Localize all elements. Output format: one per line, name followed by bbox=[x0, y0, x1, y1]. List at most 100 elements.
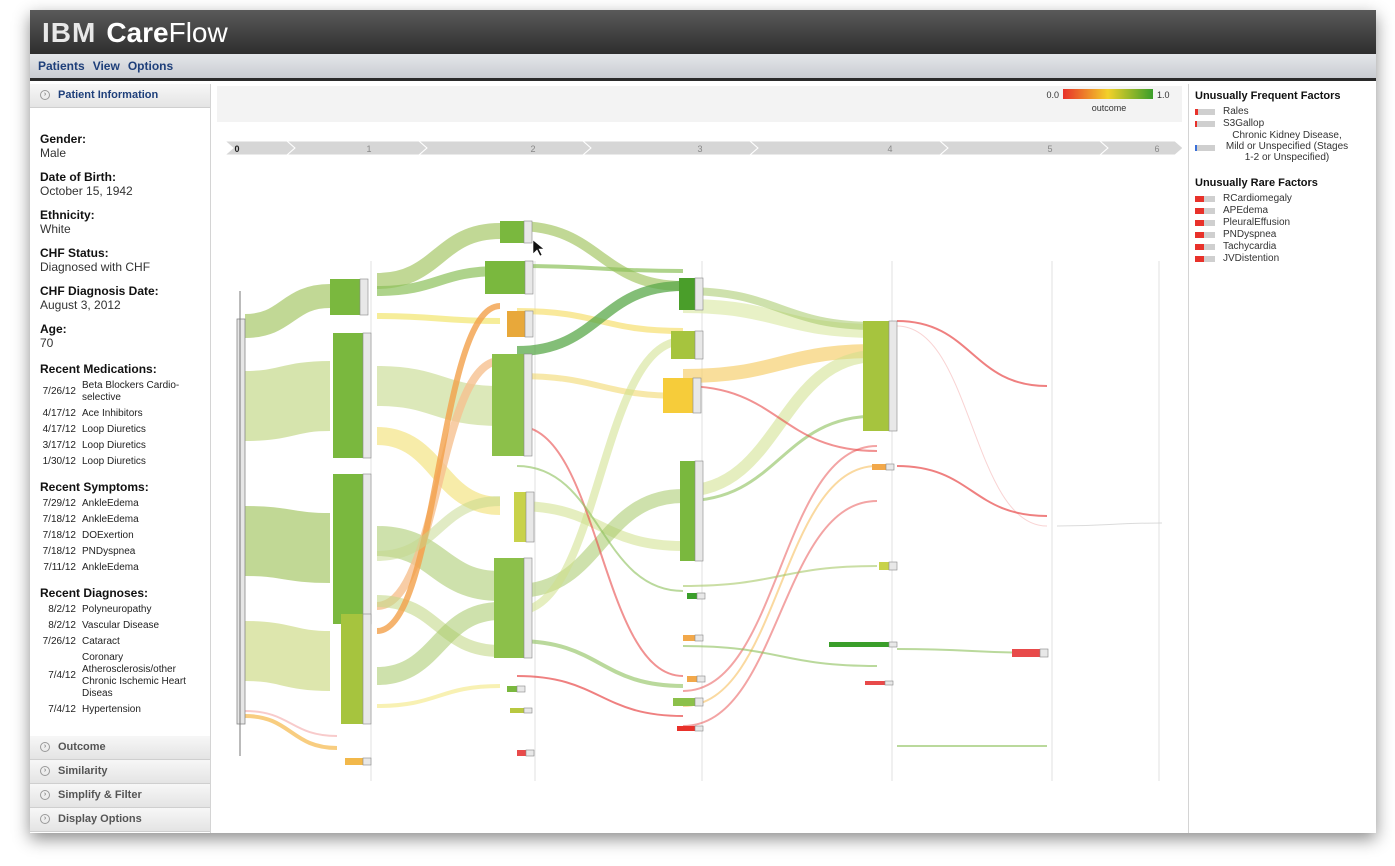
expand-icon: › bbox=[40, 814, 50, 824]
field-label: Ethnicity: bbox=[40, 208, 95, 222]
factor-bar bbox=[1195, 121, 1215, 127]
item-date: 7/29/12 bbox=[42, 498, 76, 509]
factor-bar bbox=[1195, 208, 1215, 214]
flow-node-marker bbox=[523, 353, 533, 457]
list-item: 7/4/12 Hypertension bbox=[40, 704, 205, 716]
list-item: 7/11/12 AnkleEdema bbox=[40, 562, 205, 574]
field-value: White bbox=[40, 222, 71, 236]
flow-link bbox=[682, 500, 878, 727]
accordion-display-options[interactable]: › Display Options bbox=[30, 808, 210, 832]
timeline-step-segment bbox=[748, 140, 949, 156]
factor-label: APEdema bbox=[1223, 205, 1269, 216]
accordion-patient-information[interactable]: › Patient Information bbox=[30, 84, 210, 108]
list-item: 7/4/12 Coronary Atherosclerosis/other Chr… bbox=[40, 652, 205, 700]
accordion-label: Similarity bbox=[58, 765, 108, 777]
flow-link bbox=[516, 337, 684, 615]
factor-bar-fill bbox=[1195, 121, 1197, 127]
flow-node-marker bbox=[523, 707, 533, 714]
list-item: 8/2/12 Polyneuropathy bbox=[40, 604, 205, 616]
factor-item: Tachycardia bbox=[1195, 241, 1376, 252]
flow-node-block bbox=[663, 378, 693, 413]
timeline-step-label: 5 bbox=[1047, 144, 1052, 154]
item-date: 1/30/12 bbox=[42, 456, 76, 467]
item-date: 7/11/12 bbox=[43, 562, 76, 573]
field-value: October 15, 1942 bbox=[40, 184, 133, 198]
factor-bar-fill bbox=[1195, 145, 1197, 151]
flow-links bbox=[244, 221, 1163, 781]
flow-node-marker bbox=[694, 634, 704, 642]
accordion-simplify-filter[interactable]: › Simplify & Filter bbox=[30, 784, 210, 808]
list-item: 3/17/12 Loop Diuretics bbox=[40, 440, 205, 452]
flow-link bbox=[376, 684, 501, 708]
accordion-label: Display Options bbox=[58, 813, 142, 825]
patient-fields: Gender: Male Date of Birth: October 15, … bbox=[40, 132, 205, 350]
factor-bar-fill bbox=[1195, 220, 1204, 226]
flow-node-marker bbox=[524, 260, 534, 295]
rare-factors-heading: Unusually Rare Factors bbox=[1195, 177, 1318, 189]
legend-gradient-bar bbox=[1063, 89, 1153, 99]
item-text: AnkleEdema bbox=[82, 514, 139, 525]
factor-label: Tachycardia bbox=[1223, 241, 1277, 252]
field-value: Diagnosed with CHF bbox=[40, 260, 151, 274]
careflow-graph[interactable]: 0.0 1.0 outcome 0 1 2 3 4 5 6 bbox=[217, 86, 1182, 833]
patient-info: Gender: Male Date of Birth: October 15, … bbox=[40, 122, 205, 720]
item-text: Polyneuropathy bbox=[82, 604, 152, 615]
flow-node-block bbox=[507, 686, 517, 692]
flow-node-block bbox=[680, 461, 695, 561]
flow-node-block bbox=[683, 635, 695, 641]
item-text: Coronary Atherosclerosis/other Chronic I… bbox=[82, 652, 186, 699]
factor-bar-fill bbox=[1195, 232, 1204, 238]
flow-node-root bbox=[236, 318, 246, 725]
item-date: 4/17/12 bbox=[42, 408, 76, 419]
field-label: Age: bbox=[40, 322, 67, 336]
flow-node-marker bbox=[694, 697, 704, 707]
timeline-step-label: 3 bbox=[697, 144, 702, 154]
expand-icon: › bbox=[40, 90, 50, 100]
item-date: 8/2/12 bbox=[48, 604, 76, 615]
menu-options[interactable]: Options bbox=[128, 59, 173, 73]
timeline-step-label: 1 bbox=[366, 144, 371, 154]
brand-care: Care bbox=[106, 17, 169, 48]
flow-link bbox=[516, 373, 684, 399]
factor-bar bbox=[1195, 220, 1215, 226]
accordion-similarity[interactable]: › Similarity bbox=[30, 760, 210, 784]
legend-title: outcome bbox=[1092, 103, 1127, 113]
expand-icon: › bbox=[40, 742, 50, 752]
factor-item: JVDistention bbox=[1195, 253, 1376, 264]
item-date: 7/18/12 bbox=[42, 546, 76, 557]
flow-node-marker bbox=[525, 491, 535, 543]
list-item: 7/29/12 AnkleEdema bbox=[40, 498, 205, 510]
flow-link bbox=[516, 675, 684, 717]
flow-node-marker bbox=[362, 332, 372, 459]
flow-node-marker bbox=[1039, 648, 1049, 658]
factor-item: PleuralEffusion bbox=[1195, 217, 1376, 228]
timeline-step-label: 6 bbox=[1154, 144, 1159, 154]
item-date: 7/26/12 bbox=[42, 386, 76, 397]
timeline-step-segment bbox=[581, 140, 759, 156]
menu-patients[interactable]: Patients bbox=[38, 59, 85, 73]
factor-label: PNDyspnea bbox=[1223, 229, 1277, 240]
app-logo: IBM CareFlow bbox=[42, 15, 228, 51]
menu-view[interactable]: View bbox=[93, 59, 120, 73]
flow-node-block bbox=[687, 593, 697, 599]
flow-link bbox=[516, 639, 684, 688]
diagnoses-heading: Recent Diagnoses: bbox=[40, 586, 149, 600]
flow-link bbox=[244, 284, 331, 338]
list-item: 8/2/12 Vascular Disease bbox=[40, 620, 205, 632]
factor-label: RCardiomegaly bbox=[1223, 193, 1292, 204]
brand-flow: Flow bbox=[168, 17, 228, 48]
list-item: 4/17/12 Loop Diuretics bbox=[40, 424, 205, 436]
flow-node-marker bbox=[523, 557, 533, 659]
item-date: 7/4/12 bbox=[48, 704, 76, 715]
flow-node-block bbox=[333, 474, 363, 624]
timeline-bar[interactable]: 0 1 2 3 4 5 6 bbox=[223, 140, 1182, 156]
factor-bar-fill bbox=[1195, 256, 1204, 262]
flow-node-marker bbox=[524, 310, 534, 338]
flow-node-marker bbox=[694, 330, 704, 360]
accordion-outcome[interactable]: › Outcome bbox=[30, 736, 210, 760]
accordion-label: Outcome bbox=[58, 741, 106, 753]
flow-node-block bbox=[1012, 649, 1040, 657]
factor-bar-fill bbox=[1195, 244, 1204, 250]
flow-node-block bbox=[510, 708, 524, 713]
flow-node-block bbox=[514, 492, 526, 542]
